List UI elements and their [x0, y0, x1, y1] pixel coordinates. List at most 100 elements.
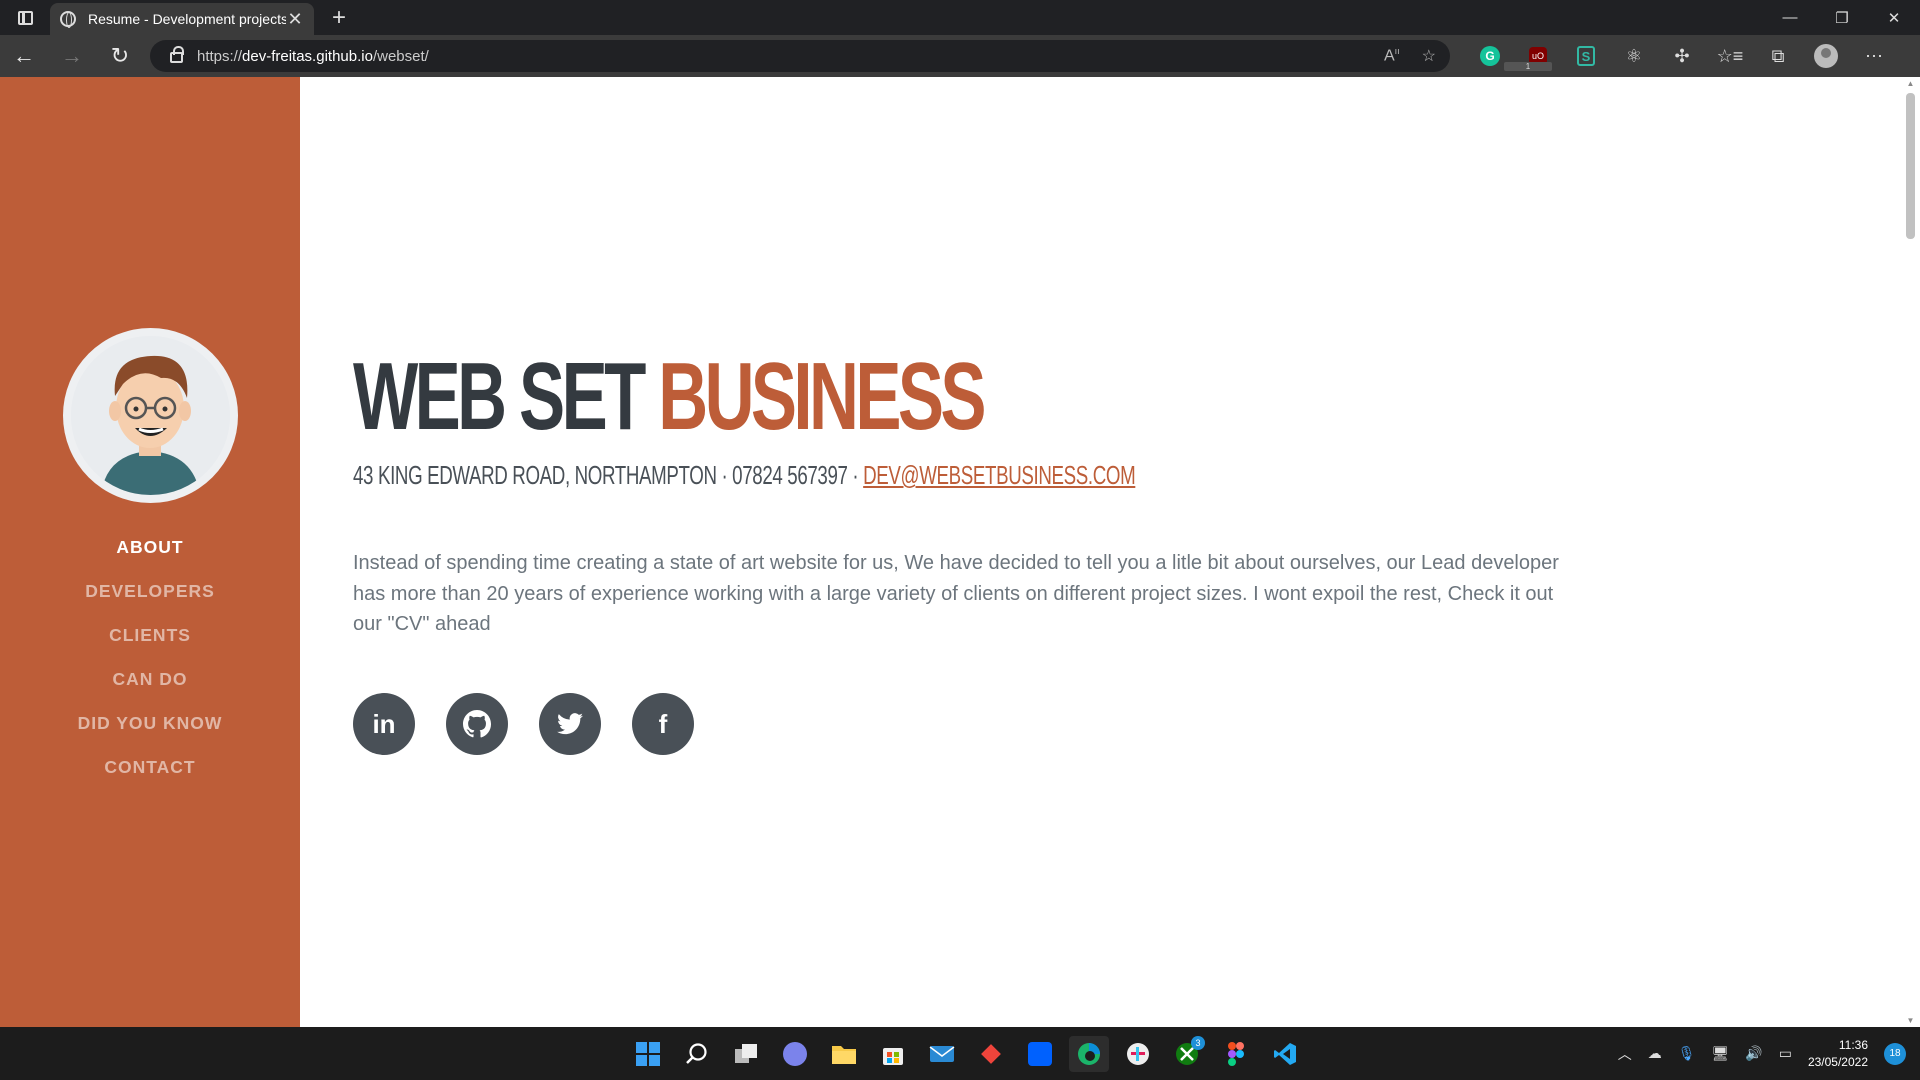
address-bar[interactable]: https://dev-freitas.github.io/webset/ Aı…	[150, 40, 1450, 72]
scrollbar-thumb[interactable]	[1906, 93, 1915, 239]
nav-clients[interactable]: CLIENTS	[109, 623, 191, 647]
back-button[interactable]: ←	[0, 35, 48, 77]
show-hidden-icons-button[interactable]: ︿	[1618, 1044, 1632, 1064]
address-toolbar: ← → ↻ https://dev-freitas.github.io/webs…	[0, 35, 1920, 77]
contact-line: 43 KING EDWARD ROAD, NORTHAMPTON · 07824…	[353, 460, 1136, 491]
about-section: WEB SET BUSINESS 43 KING EDWARD ROAD, NO…	[300, 77, 1900, 1027]
new-tab-button[interactable]: +	[332, 4, 346, 32]
add-favorite-icon[interactable]: ☆	[1422, 46, 1436, 66]
slack-icon	[1127, 1043, 1149, 1065]
ublock-extension[interactable]: uO 1	[1504, 47, 1562, 71]
collections-button[interactable]: ⧉	[1754, 46, 1802, 67]
close-window-button[interactable]: ✕	[1868, 0, 1920, 35]
scroll-down-arrow[interactable]: ▼	[1906, 1016, 1915, 1025]
store-icon	[883, 1048, 903, 1065]
tab-actions-icon	[17, 10, 33, 25]
twitter-icon	[557, 713, 583, 735]
refresh-button[interactable]: ↻	[96, 35, 144, 77]
s-extension[interactable]: S	[1562, 46, 1610, 66]
microphone-icon[interactable]: 🎙	[1678, 1045, 1696, 1062]
github-button[interactable]	[446, 693, 508, 755]
teams-chat-button[interactable]	[775, 1036, 815, 1072]
browser-tab[interactable]: Resume - Development projects ✕	[50, 3, 314, 35]
slack-button[interactable]	[1118, 1036, 1158, 1072]
mail-button[interactable]	[922, 1036, 962, 1072]
task-view-icon	[735, 1044, 757, 1063]
windows-logo-icon	[636, 1042, 660, 1066]
ublock-icon: uO 1	[1504, 47, 1552, 71]
linkedin-button[interactable]: in	[353, 693, 415, 755]
twitter-button[interactable]	[539, 693, 601, 755]
teams-icon	[783, 1042, 807, 1066]
vscode-button[interactable]	[1265, 1036, 1305, 1072]
nav-did-you-know[interactable]: DID YOU KNOW	[78, 711, 223, 735]
email-link[interactable]: DEV@WEBSETBUSINESS.COM	[863, 460, 1136, 490]
intro-paragraph: Instead of spending time creating a stat…	[353, 552, 1559, 635]
page-scrollbar[interactable]: ▲ ▼	[1900, 77, 1920, 1027]
profile-button[interactable]	[1802, 44, 1850, 68]
search-icon	[686, 1043, 707, 1064]
volume-icon[interactable]: 🔊	[1745, 1045, 1762, 1062]
url-host: dev-freitas.github.io	[242, 47, 373, 65]
store-button[interactable]	[873, 1036, 913, 1072]
social-links: in f	[353, 693, 694, 755]
title-part-2: BUSINESS	[658, 343, 986, 450]
react-devtools-extension[interactable]: ⚛	[1610, 46, 1658, 67]
task-view-button[interactable]	[726, 1036, 766, 1072]
window-controls: — ❐ ✕	[1764, 0, 1920, 35]
clock[interactable]: 11:36 23/05/2022	[1808, 1037, 1868, 1071]
clock-date: 23/05/2022	[1807, 1054, 1868, 1069]
favorites-icon: ☆≡	[1716, 45, 1744, 66]
nav-contact[interactable]: CONTACT	[104, 755, 195, 779]
react-icon: ⚛	[1625, 45, 1643, 66]
anydesk-button[interactable]	[971, 1036, 1011, 1072]
tab-actions-button[interactable]	[0, 0, 50, 35]
clock-time: 11:36	[1838, 1037, 1868, 1052]
lock-icon	[170, 46, 184, 63]
profile-icon	[1814, 44, 1838, 68]
battery-icon[interactable]: ▭	[1779, 1045, 1792, 1062]
notification-badge[interactable]: 18	[1884, 1042, 1906, 1065]
windows-taskbar: 3 ︿ ☁ 🎙 🖥 🔊 ▭ 11:36 23/05/2022 18	[0, 1027, 1920, 1080]
nav-can-do[interactable]: CAN DO	[112, 667, 187, 691]
dropbox-button[interactable]	[1020, 1036, 1060, 1072]
anydesk-icon	[981, 1044, 1001, 1064]
favorites-button[interactable]: ☆≡	[1706, 46, 1754, 67]
puzzle-icon: ✣	[1674, 45, 1690, 66]
close-tab-button[interactable]: ✕	[286, 9, 304, 30]
onedrive-icon[interactable]: ☁	[1648, 1045, 1662, 1062]
grammarly-icon: G	[1480, 46, 1500, 66]
sidebar: ABOUT DEVELOPERS CLIENTS CAN DO DID YOU …	[0, 77, 300, 1027]
facebook-button[interactable]: f	[632, 693, 694, 755]
restore-button[interactable]: ❐	[1816, 0, 1868, 35]
linkedin-icon: in	[372, 708, 396, 739]
read-aloud-icon[interactable]: Aıı	[1384, 46, 1400, 66]
scroll-up-arrow[interactable]: ▲	[1906, 79, 1915, 88]
url-scheme: https://	[197, 47, 243, 65]
edge-button[interactable]	[1069, 1036, 1109, 1072]
tab-title: Resume - Development projects	[88, 11, 286, 27]
start-button[interactable]	[628, 1036, 668, 1072]
taskbar-apps: 3	[628, 1036, 1305, 1072]
s-extension-icon: S	[1577, 46, 1595, 66]
nav-developers[interactable]: DEVELOPERS	[85, 579, 215, 603]
minimize-button[interactable]: —	[1764, 0, 1816, 35]
facebook-icon: f	[658, 708, 668, 739]
search-button[interactable]	[677, 1036, 717, 1072]
file-explorer-button[interactable]	[824, 1036, 864, 1072]
xbox-button[interactable]: 3	[1167, 1036, 1207, 1072]
forward-button[interactable]: →	[48, 35, 96, 77]
xbox-badge: 3	[1191, 1036, 1205, 1050]
dropbox-icon	[1028, 1042, 1052, 1066]
figma-button[interactable]	[1216, 1036, 1256, 1072]
url-path: /webset/	[372, 47, 429, 65]
nav-about[interactable]: ABOUT	[116, 535, 183, 559]
settings-more-button[interactable]: ⋯	[1850, 46, 1898, 67]
github-icon	[463, 710, 491, 738]
extensions-button[interactable]: ✣	[1658, 46, 1706, 67]
developer-avatar-illustration	[70, 336, 230, 495]
network-icon[interactable]: 🖥	[1711, 1045, 1729, 1062]
browser-tab-bar: Resume - Development projects ✕ + — ❐ ✕	[0, 0, 1920, 35]
folder-icon	[832, 1046, 856, 1064]
globe-icon	[60, 11, 76, 28]
